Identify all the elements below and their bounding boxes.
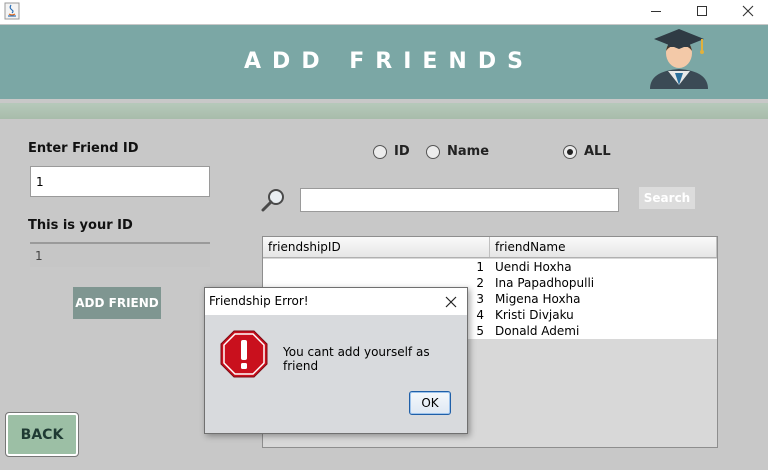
- cell-friend-name: Uendi Hoxha: [495, 260, 572, 274]
- search-button[interactable]: Search: [639, 187, 695, 209]
- search-icon: [261, 189, 284, 212]
- search-input[interactable]: [300, 188, 619, 212]
- dialog-close-button[interactable]: [441, 292, 461, 312]
- friendship-error-dialog: Friendship Error! You cant add yourself …: [204, 287, 468, 434]
- radio-dot: [567, 148, 573, 155]
- dialog-message: You cant add yourself as friend: [283, 345, 430, 373]
- error-stop-icon: [220, 330, 268, 378]
- radio-filter-all[interactable]: ALL: [563, 144, 611, 159]
- table-row[interactable]: 1 Uendi Hoxha: [263, 259, 717, 275]
- radio-circle-selected: [563, 144, 577, 159]
- radio-circle: [426, 144, 440, 159]
- close-icon: [742, 5, 754, 17]
- maximize-icon: [697, 6, 707, 16]
- java-icon: [4, 2, 20, 20]
- your-id-field: 1: [30, 242, 210, 267]
- cell-friendship-id: 1: [476, 260, 484, 274]
- radio-label-all: ALL: [584, 144, 611, 159]
- minimize-icon: [651, 11, 661, 12]
- your-id-label: This is your ID: [28, 218, 133, 233]
- back-button[interactable]: BACK: [5, 412, 79, 457]
- add-friend-button[interactable]: ADD FRIEND: [73, 287, 161, 319]
- radio-filter-name[interactable]: Name: [426, 144, 489, 159]
- ok-button[interactable]: OK: [409, 391, 451, 415]
- minimize-button[interactable]: [633, 0, 679, 22]
- dialog-title: Friendship Error!: [209, 294, 309, 308]
- radio-label-name: Name: [447, 144, 490, 159]
- cell-friend-name: Ina Papadhopulli: [495, 276, 595, 290]
- window-close-button[interactable]: [725, 0, 768, 22]
- radio-filter-id[interactable]: ID: [373, 144, 410, 159]
- maximize-button[interactable]: [679, 0, 725, 22]
- dialog-body: You cant add yourself as friend OK: [205, 315, 467, 433]
- cell-friend-name: Migena Hoxha: [495, 292, 581, 306]
- radio-circle: [373, 144, 387, 159]
- window-titlebar: [0, 0, 768, 24]
- column-header-friendship-id[interactable]: friendshipID: [263, 237, 490, 257]
- enter-friend-id-label: Enter Friend ID: [28, 141, 139, 156]
- graduate-icon: [650, 29, 708, 89]
- cell-friend-name: Kristi Divjaku: [495, 308, 574, 322]
- close-icon: [445, 296, 457, 308]
- dialog-titlebar[interactable]: Friendship Error!: [205, 288, 467, 315]
- column-header-friend-name[interactable]: friendName: [490, 237, 717, 257]
- decorative-strip: [0, 103, 768, 119]
- radio-label-id: ID: [394, 144, 410, 159]
- table-header: friendshipID friendName: [263, 237, 717, 258]
- friend-id-input[interactable]: 1: [30, 166, 210, 197]
- cell-friend-name: Donald Ademi: [495, 324, 580, 338]
